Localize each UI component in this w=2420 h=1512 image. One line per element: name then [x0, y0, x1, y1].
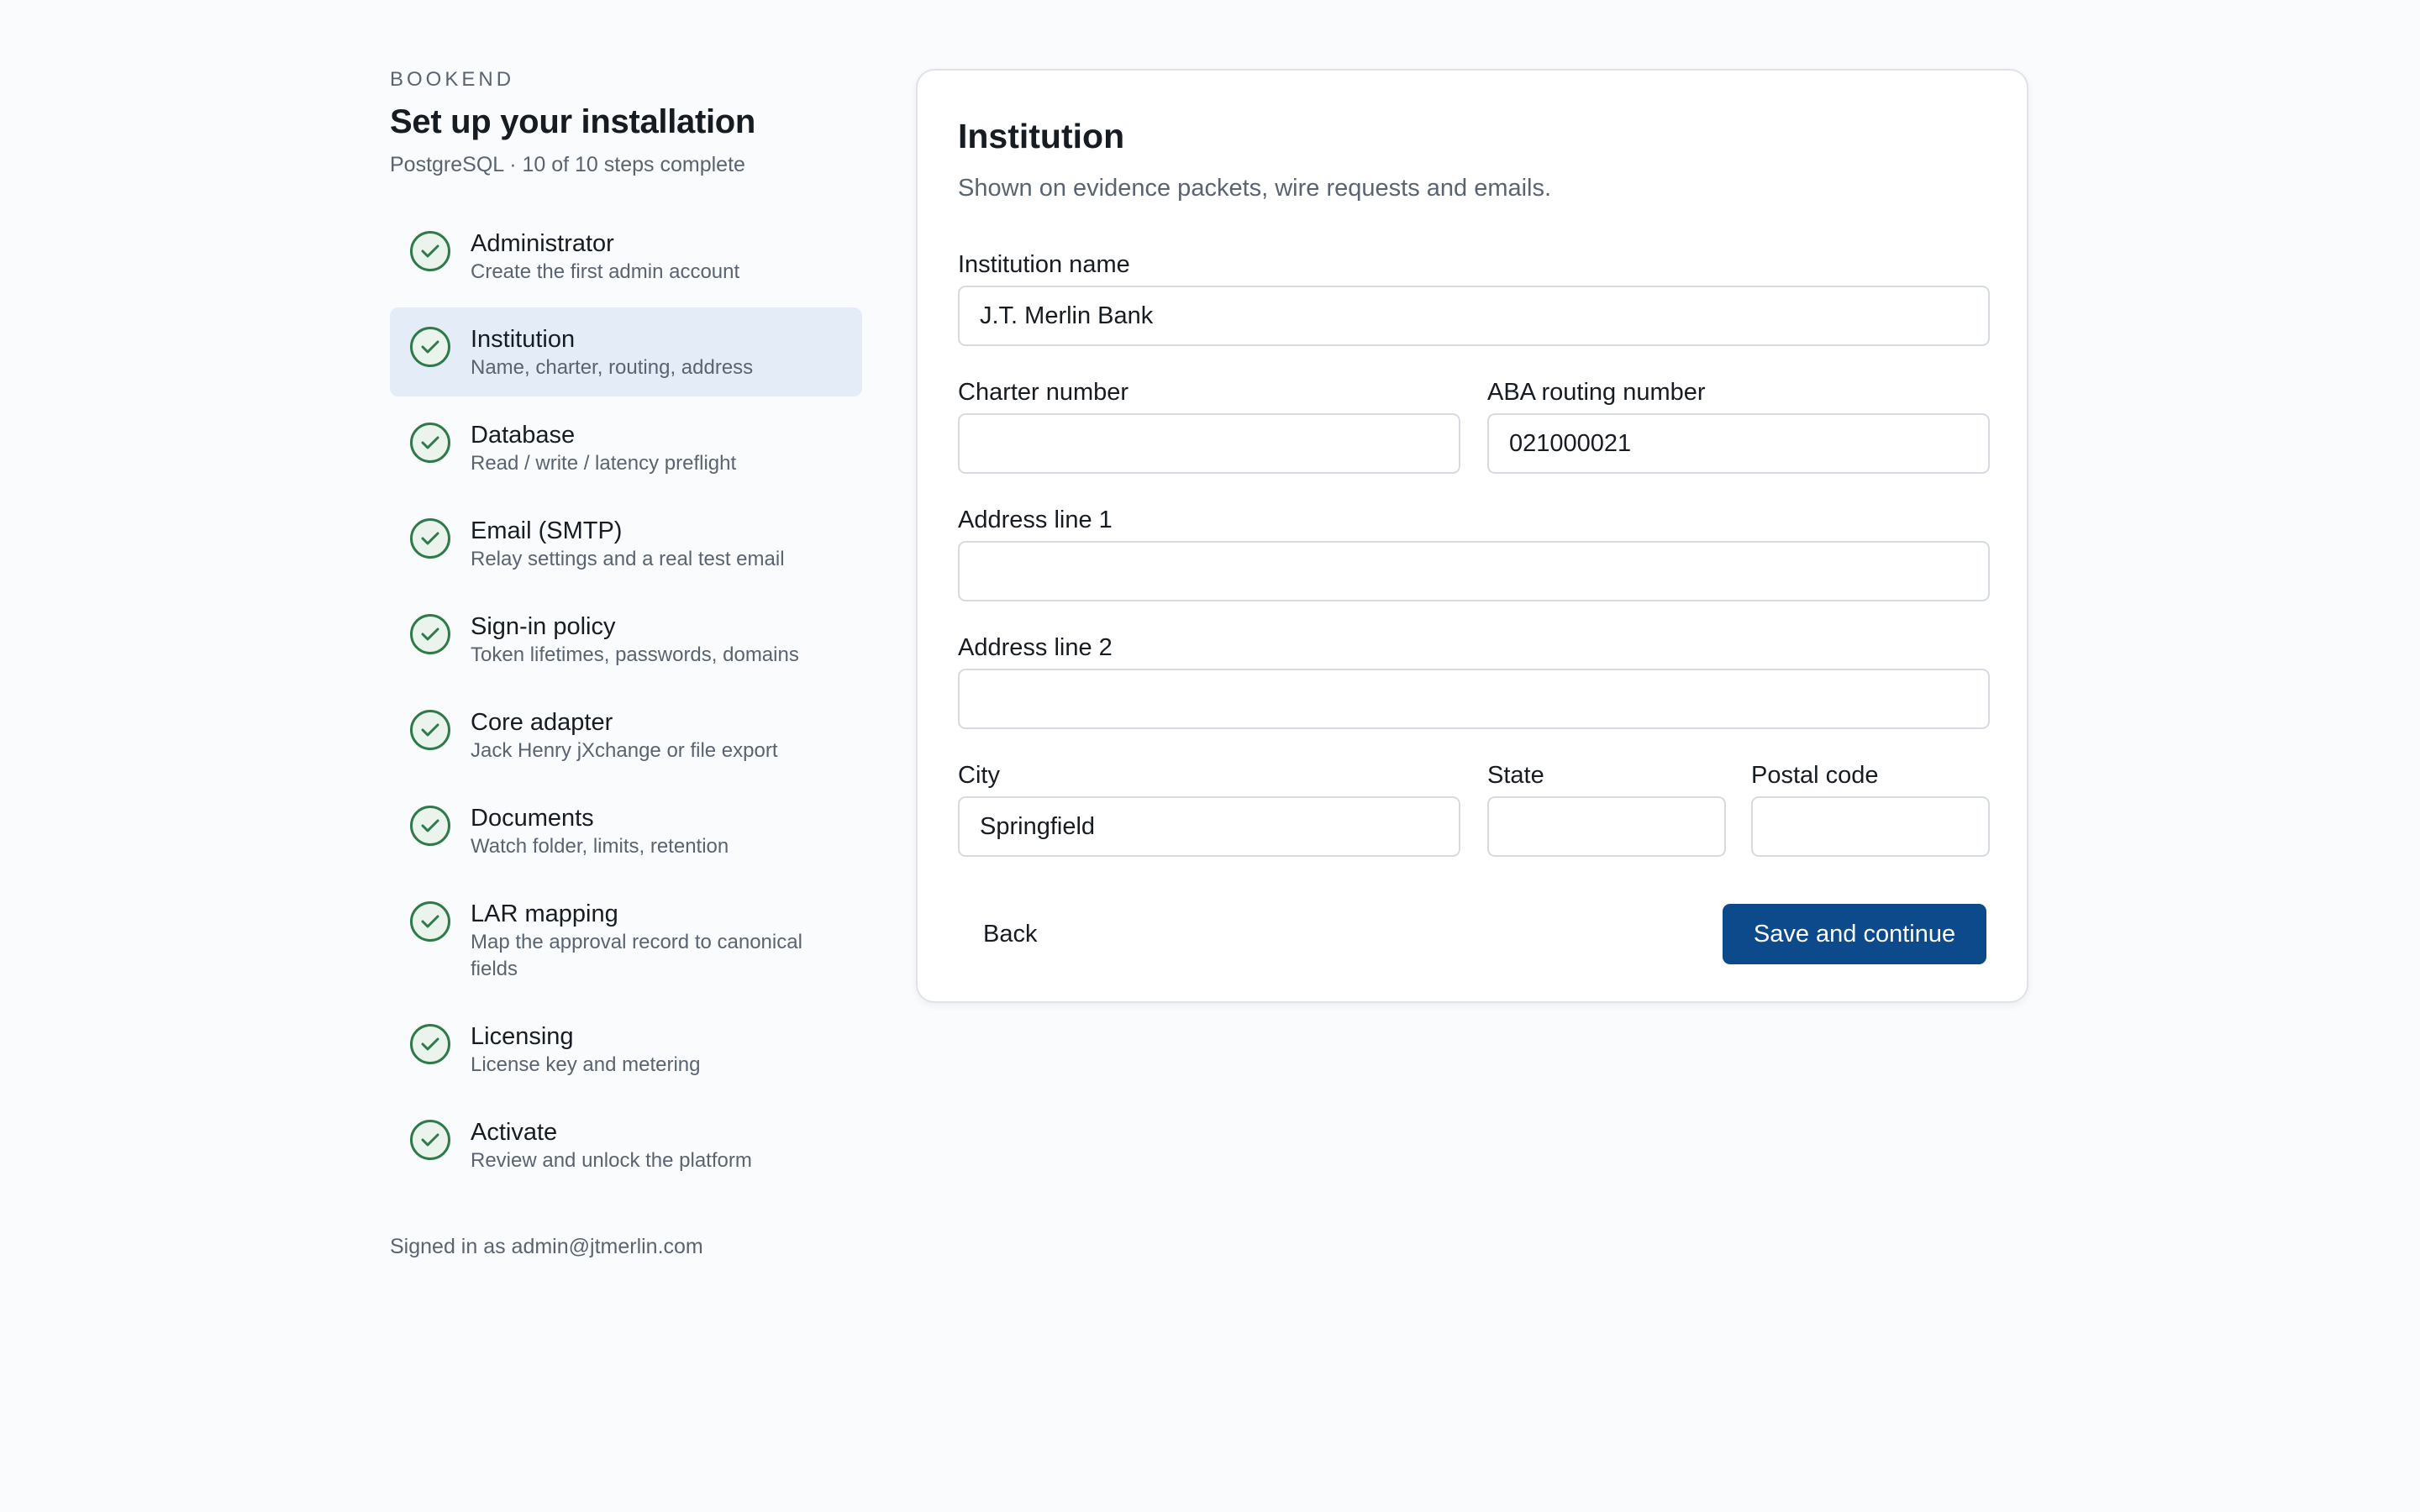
charter-number-label: Charter number — [958, 379, 1129, 406]
step-core-adapter[interactable]: Core adapter Jack Henry jXchange or file… — [390, 690, 862, 780]
form-title: Institution — [958, 117, 1125, 155]
step-email-smtp[interactable]: Email (SMTP) Relay settings and a real t… — [390, 499, 862, 588]
step-description: Name, charter, routing, address — [471, 356, 754, 379]
aba-routing-group: ABA routing number — [1487, 376, 1990, 474]
step-label: Sign-in policy — [471, 613, 616, 640]
step-description: Read / write / latency preflight — [471, 452, 737, 475]
step-description: Relay settings and a real test email — [471, 548, 785, 570]
step-administrator[interactable]: Administrator Create the first admin acc… — [390, 212, 862, 301]
institution-name-group: Institution name — [958, 249, 1990, 346]
address-line-2-group: Address line 2 — [958, 632, 1990, 729]
check-circle-icon — [410, 901, 450, 942]
institution-name-input[interactable] — [958, 286, 1990, 346]
step-activate[interactable]: Activate Review and unlock the platform — [390, 1100, 862, 1189]
aba-routing-input[interactable] — [1487, 413, 1990, 474]
step-label: Licensing — [471, 1023, 574, 1050]
state-group: State — [1487, 759, 1726, 857]
institution-form-card: Institution Shown on evidence packets, w… — [916, 69, 2028, 1003]
step-label: Email (SMTP) — [471, 517, 623, 544]
city-group: City — [958, 759, 1460, 857]
step-label: Institution — [471, 326, 576, 353]
aba-routing-label: ABA routing number — [1487, 379, 1706, 406]
step-label: Database — [471, 422, 576, 449]
state-label: State — [1487, 762, 1544, 789]
city-input[interactable] — [958, 796, 1460, 857]
check-circle-icon — [410, 1024, 450, 1064]
check-circle-icon — [410, 518, 450, 559]
step-label: LAR mapping — [471, 900, 618, 927]
postal-code-input[interactable] — [1751, 796, 1990, 857]
step-lar-mapping[interactable]: LAR mapping Map the approval record to c… — [390, 882, 862, 998]
step-description: Map the approval record to canonical fie… — [471, 931, 802, 980]
step-description: Review and unlock the platform — [471, 1149, 752, 1172]
address-line-2-label: Address line 2 — [958, 634, 1113, 661]
institution-name-label: Institution name — [958, 251, 1130, 278]
step-description: Token lifetimes, passwords, domains — [471, 643, 799, 666]
address-line-2-input[interactable] — [958, 669, 1990, 729]
progress-summary: PostgreSQL · 10 of 10 steps complete — [390, 153, 745, 176]
step-label: Documents — [471, 805, 594, 832]
state-input[interactable] — [1487, 796, 1726, 857]
check-circle-icon — [410, 423, 450, 463]
postal-code-group: Postal code — [1751, 759, 1990, 857]
address-line-1-label: Address line 1 — [958, 507, 1113, 533]
step-sign-in-policy[interactable]: Sign-in policy Token lifetimes, password… — [390, 595, 862, 684]
back-button[interactable]: Back — [958, 904, 1062, 964]
check-circle-icon — [410, 806, 450, 846]
step-description: Jack Henry jXchange or file export — [471, 739, 778, 762]
step-documents[interactable]: Documents Watch folder, limits, retentio… — [390, 786, 862, 875]
charter-number-input[interactable] — [958, 413, 1460, 474]
step-description: Create the first admin account — [471, 260, 740, 283]
check-circle-icon — [410, 710, 450, 750]
check-circle-icon — [410, 1120, 450, 1160]
address-line-1-input[interactable] — [958, 541, 1990, 601]
step-description: License key and metering — [471, 1053, 701, 1076]
step-licensing[interactable]: Licensing License key and metering — [390, 1005, 862, 1094]
postal-code-label: Postal code — [1751, 762, 1879, 789]
step-description: Watch folder, limits, retention — [471, 835, 729, 858]
address-line-1-group: Address line 1 — [958, 504, 1990, 601]
step-label: Administrator — [471, 230, 614, 257]
city-label: City — [958, 762, 1000, 789]
brand-name: BOOKEND — [390, 68, 515, 91]
check-circle-icon — [410, 327, 450, 367]
step-list: Administrator Create the first admin acc… — [390, 212, 862, 1189]
check-circle-icon — [410, 614, 450, 654]
step-label: Activate — [471, 1119, 558, 1146]
step-label: Core adapter — [471, 709, 613, 736]
charter-number-group: Charter number — [958, 376, 1460, 474]
form-subtitle: Shown on evidence packets, wire requests… — [958, 175, 1552, 202]
step-institution[interactable]: Institution Name, charter, routing, addr… — [390, 307, 862, 396]
save-and-continue-button[interactable]: Save and continue — [1723, 904, 1986, 964]
setup-sidebar: BOOKEND Set up your installation Postgre… — [390, 66, 862, 1260]
step-database[interactable]: Database Read / write / latency prefligh… — [390, 403, 862, 492]
check-circle-icon — [410, 231, 450, 271]
signed-in-status: Signed in as admin@jtmerlin.com — [390, 1235, 703, 1258]
page-title: Set up your installation — [390, 103, 756, 140]
